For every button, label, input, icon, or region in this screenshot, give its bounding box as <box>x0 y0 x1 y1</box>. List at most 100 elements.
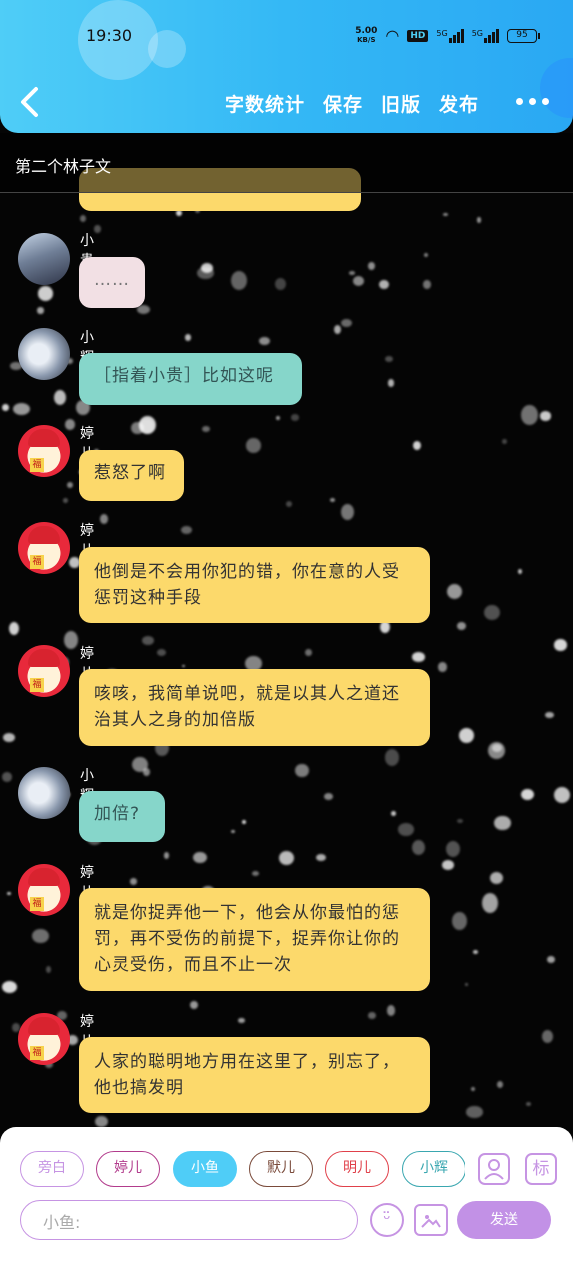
role-chip[interactable]: 婷儿 <box>96 1151 160 1187</box>
avatar[interactable] <box>18 645 70 697</box>
snowflake <box>181 526 192 534</box>
more-dots-icon[interactable] <box>516 98 549 105</box>
snowflake <box>2 772 12 782</box>
snowflake <box>37 307 44 314</box>
snowflake <box>13 403 31 416</box>
send-button[interactable]: 发送 <box>457 1201 551 1239</box>
word-count-button[interactable]: 字数统计 <box>225 90 305 117</box>
snowflake <box>441 860 454 871</box>
role-chip[interactable]: 明儿 <box>325 1151 389 1187</box>
snowflake <box>182 664 186 668</box>
snowflake <box>295 763 309 778</box>
avatar[interactable] <box>18 328 70 380</box>
composer-panel: 旁白 婷儿 小鱼 默儿 明儿 小辉 标 小鱼: ᵕ̈ 发送 <box>0 1127 573 1280</box>
snowflake <box>131 421 144 435</box>
wifi-icon: ◠ <box>385 26 400 45</box>
snowflake <box>547 955 556 963</box>
message-bubble[interactable]: 他倒是不会用你犯的错，你在意的人受惩罚这种手段 <box>79 547 430 623</box>
snowflake <box>520 788 535 801</box>
snowflake <box>252 871 260 877</box>
snowflake <box>554 787 571 804</box>
publish-button[interactable]: 发布 <box>439 90 479 117</box>
net-speed: 5.00 KB/S <box>355 25 378 44</box>
image-icon[interactable] <box>414 1204 448 1236</box>
message-bubble[interactable]: 咳咳，我简单说吧，就是以其人之道还治其人之身的加倍版 <box>79 669 430 746</box>
old-version-button[interactable]: 旧版 <box>381 90 421 117</box>
snowflake <box>378 279 389 290</box>
snowflake <box>190 1000 199 1009</box>
role-selector: 旁白 婷儿 小鱼 默儿 明儿 小辉 <box>20 1151 465 1189</box>
snowflake <box>353 276 365 287</box>
avatar[interactable] <box>18 864 70 916</box>
role-chip[interactable]: 小鱼 <box>173 1151 237 1187</box>
snowflake <box>197 266 214 279</box>
snowflake <box>1 403 9 411</box>
snowflake <box>445 840 460 858</box>
snowflake <box>542 1029 554 1043</box>
snowflake <box>37 286 53 301</box>
snowflake <box>459 727 475 743</box>
snowflake <box>246 438 261 453</box>
tag-icon[interactable]: 标 <box>525 1153 557 1185</box>
snowflake <box>278 850 295 866</box>
avatar[interactable] <box>18 522 70 574</box>
snowflake <box>67 481 73 489</box>
back-button[interactable] <box>18 86 48 120</box>
snowflake <box>8 622 19 636</box>
snowflake <box>496 1081 503 1088</box>
app-header: 19:30 5.00 KB/S ◠ HD 5G 5G 95 字数统计 保存 旧版… <box>0 0 573 133</box>
snowflake <box>64 631 79 650</box>
snowflake <box>466 1106 483 1118</box>
role-chip[interactable]: 小辉 <box>402 1151 465 1187</box>
snowflake <box>412 440 422 451</box>
message-bubble[interactable]: ［指着小贵］比如这呢 <box>79 353 302 405</box>
snowflake <box>539 411 552 421</box>
snowflake <box>341 319 353 328</box>
snowflake <box>2 732 16 742</box>
snowflake <box>368 1011 377 1020</box>
snowflake <box>324 793 334 801</box>
snowflake <box>473 949 479 954</box>
emoji-icon[interactable]: ᵕ̈ <box>370 1203 404 1237</box>
avatar[interactable] <box>18 1013 70 1065</box>
message-bubble[interactable]: …… <box>79 257 145 308</box>
message-bubble[interactable]: 人家的聪明地方用在这里了，别忘了，他也搞发明 <box>79 1037 430 1113</box>
snowflake <box>193 851 207 863</box>
snowflake <box>517 569 523 575</box>
snowflake <box>390 810 396 817</box>
snowflake <box>230 270 247 291</box>
snowflake <box>457 622 467 631</box>
avatar[interactable] <box>18 767 70 819</box>
snowflake <box>201 425 211 433</box>
snowflake <box>285 500 293 507</box>
snowflake <box>304 648 312 657</box>
snowflake <box>388 379 395 387</box>
status-icons: 5.00 KB/S ◠ HD 5G 5G 95 <box>355 25 540 45</box>
snowflake <box>349 271 355 275</box>
header-actions: 字数统计 保存 旧版 发布 <box>225 90 479 117</box>
message-input[interactable]: 小鱼: <box>20 1200 358 1240</box>
person-icon[interactable] <box>478 1153 510 1185</box>
avatar[interactable] <box>18 425 70 477</box>
save-button[interactable]: 保存 <box>323 90 363 117</box>
snowflake <box>176 210 183 217</box>
snowflake <box>99 513 109 524</box>
role-chip[interactable]: 默儿 <box>249 1151 313 1187</box>
decor-bubble <box>540 58 573 118</box>
snowflake <box>494 815 511 831</box>
snowflake <box>276 416 280 421</box>
chevron-left-icon <box>21 87 38 117</box>
status-time: 19:30 <box>86 26 133 45</box>
role-chip[interactable]: 旁白 <box>20 1151 84 1187</box>
snowflake <box>488 742 506 759</box>
message-bubble[interactable]: 就是你捉弄他一下，他会从你最怕的惩罚，再不受伤的前提下，捉弄你让你的心灵受伤，而… <box>79 888 430 991</box>
snowflake <box>333 324 341 334</box>
avatar[interactable] <box>18 233 70 285</box>
snowflake <box>465 982 469 986</box>
message-bubble[interactable]: 惹怒了啊 <box>79 450 184 501</box>
snowflake <box>238 1018 245 1024</box>
snowflake <box>384 356 393 363</box>
snowflake <box>397 823 414 836</box>
document-title: 第二个林子文 <box>0 133 573 193</box>
message-bubble[interactable]: 加倍? <box>79 791 165 842</box>
